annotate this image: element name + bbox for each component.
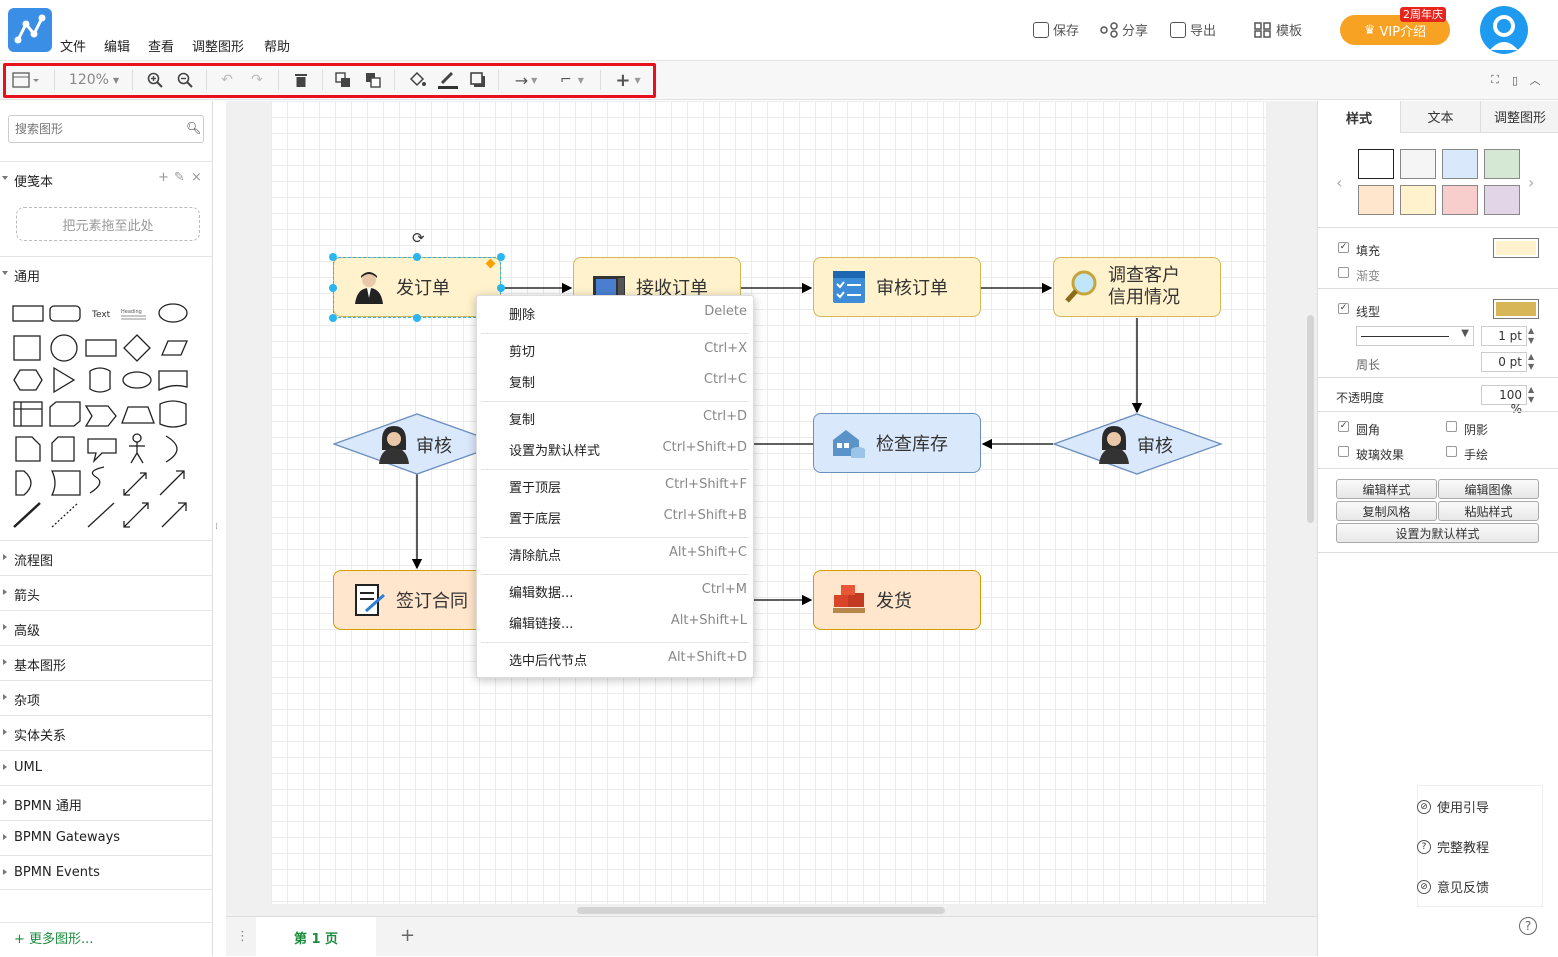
sketch-checkbox[interactable] <box>1446 446 1457 457</box>
warehouse-sql-icon <box>833 430 865 458</box>
node-review-right-label: 审核 <box>1137 436 1173 457</box>
chevron-left-icon[interactable]: ‹ <box>1336 173 1342 192</box>
fill-checkbox[interactable]: ✓ <box>1338 242 1349 253</box>
rotate-handle-icon[interactable]: ⟳ <box>412 229 425 247</box>
guide-link[interactable]: ⊘ 使用引导 <box>1417 797 1517 816</box>
question-icon: ? <box>1417 839 1431 854</box>
tab-arrange[interactable]: 调整图形 <box>1480 101 1558 133</box>
menu-divider <box>481 574 749 575</box>
businesswoman-icon <box>1099 426 1129 464</box>
context-menu-item[interactable]: 编辑数据... Ctrl+M <box>477 582 755 604</box>
menu-divider <box>481 537 749 538</box>
context-menu-item[interactable]: 置于顶层 Ctrl+Shift+F <box>477 477 755 499</box>
context-menu-item[interactable]: 清除航点 Alt+Shift+C <box>477 545 755 567</box>
color-swatch[interactable] <box>1484 149 1520 179</box>
glass-checkbox[interactable] <box>1338 446 1349 457</box>
context-menu-item[interactable]: 选中后代节点 Alt+Shift+D <box>477 650 755 672</box>
color-swatch[interactable] <box>1358 185 1394 215</box>
color-swatch[interactable] <box>1400 149 1436 179</box>
page-menu-icon[interactable]: ⋮ <box>236 929 249 944</box>
opacity-input[interactable]: 100 % <box>1481 385 1527 416</box>
format-panel: 样式 文本 调整图形 ‹ › ✓ 填充 渐变 ✓ 线型 ▼ 1 pt ▲ ▼ 周长… <box>1317 101 1558 956</box>
menu-divider <box>481 642 749 643</box>
node-review-left-label: 审核 <box>416 436 452 457</box>
spinner-icon[interactable]: ▲ ▼ <box>1528 352 1534 372</box>
menu-divider <box>481 401 749 402</box>
line-color-picker[interactable] <box>1493 299 1539 319</box>
contract-icon <box>355 584 385 616</box>
context-menu-item[interactable]: 删除 Delete <box>477 304 755 326</box>
color-swatch[interactable] <box>1442 149 1478 179</box>
add-page-icon[interactable]: + <box>400 925 415 946</box>
compass-icon: ⊘ <box>1417 799 1431 814</box>
tutorial-link[interactable]: ? 完整教程 <box>1417 837 1517 856</box>
line-pattern-select[interactable]: ▼ <box>1356 326 1474 346</box>
resize-handle[interactable] <box>329 314 337 322</box>
rounded-checkbox[interactable]: ✓ <box>1338 421 1349 432</box>
perimeter-input[interactable]: 0 pt <box>1481 352 1527 372</box>
tab-text[interactable]: 文本 <box>1400 101 1480 133</box>
set-default-style-button[interactable]: 设置为默认样式 <box>1336 523 1539 543</box>
chevron-right-icon[interactable]: › <box>1528 173 1534 192</box>
resize-handle[interactable] <box>497 253 505 261</box>
context-menu-item[interactable]: 设置为默认样式 Ctrl+Shift+D <box>477 440 755 462</box>
edit-style-button[interactable]: 编辑样式 <box>1336 479 1437 499</box>
color-swatch[interactable] <box>1484 185 1520 215</box>
line-checkbox[interactable]: ✓ <box>1338 303 1349 314</box>
feedback-link[interactable]: ⊘ 意见反馈 <box>1417 877 1517 896</box>
context-menu-item[interactable]: 编辑链接... Alt+Shift+L <box>477 613 755 635</box>
shadow-checkbox[interactable] <box>1446 421 1457 432</box>
color-swatch[interactable] <box>1358 149 1394 179</box>
color-swatch[interactable] <box>1400 185 1436 215</box>
magnifier-icon <box>1065 270 1097 303</box>
gradient-checkbox[interactable] <box>1338 267 1349 278</box>
menu-divider <box>481 469 749 470</box>
context-menu: 删除 Delete 剪切 Ctrl+X 复制 Ctrl+C 复制 Ctrl+D 设置为默认样式 C… <box>476 295 754 678</box>
chevron-down-icon: ▼ <box>1461 328 1469 339</box>
spinner-icon[interactable]: ▲ ▼ <box>1528 326 1534 346</box>
node-ship[interactable]: 发货 <box>813 570 981 630</box>
context-menu-item[interactable]: 剪切 Ctrl+X <box>477 341 755 363</box>
context-menu-item[interactable]: 复制 Ctrl+C <box>477 372 755 394</box>
context-menu-item[interactable]: 置于底层 Ctrl+Shift+B <box>477 508 755 530</box>
resize-handle[interactable] <box>413 253 421 261</box>
copy-style-button[interactable]: 复制风格 <box>1336 501 1437 521</box>
spinner-icon[interactable]: ▲ ▼ <box>1528 385 1534 405</box>
fill-color-picker[interactable] <box>1493 238 1539 258</box>
node-review-order[interactable]: 审核订单 <box>813 257 981 317</box>
tab-style[interactable]: 样式 <box>1318 101 1400 133</box>
help-icon[interactable]: ? <box>1519 917 1537 935</box>
page-tab[interactable]: 第 1 页 <box>256 917 376 957</box>
checklist-icon <box>833 271 865 303</box>
resize-handle[interactable] <box>413 314 421 322</box>
page-bar: ⋮ 第 1 页 + <box>226 916 1317 957</box>
menu-divider <box>481 333 749 334</box>
line-width-input[interactable]: 1 pt <box>1481 326 1527 346</box>
resize-handle[interactable] <box>329 253 337 261</box>
context-menu-item[interactable]: 复制 Ctrl+D <box>477 409 755 431</box>
feedback-icon: ⊘ <box>1417 879 1431 894</box>
businesswoman-icon <box>379 426 409 464</box>
resize-handle[interactable] <box>497 284 505 292</box>
color-swatch[interactable] <box>1442 185 1478 215</box>
boxes-icon <box>833 585 865 613</box>
paste-style-button[interactable]: 粘贴样式 <box>1438 501 1539 521</box>
resize-handle[interactable] <box>329 284 337 292</box>
node-check-inventory[interactable]: 检查库存 <box>813 413 981 473</box>
edit-image-button[interactable]: 编辑图像 <box>1438 479 1539 499</box>
node-investigate-credit[interactable]: 调查客户 信用情况 <box>1053 257 1221 317</box>
